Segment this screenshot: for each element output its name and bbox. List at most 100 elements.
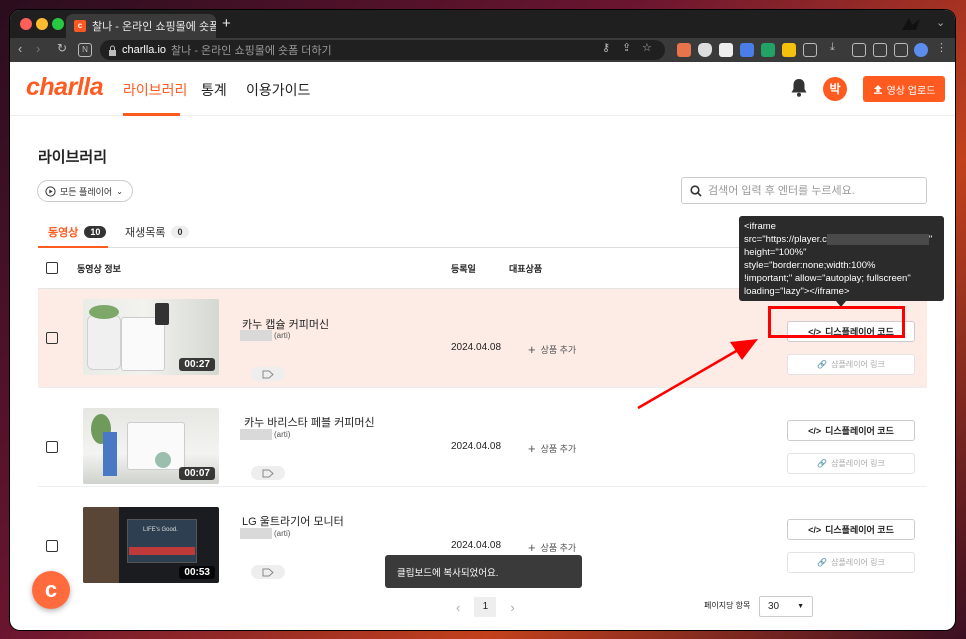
tooltip-line-2b: "	[928, 234, 933, 245]
forward-icon[interactable]: ›	[36, 41, 40, 56]
tab-active-underline	[38, 246, 108, 248]
table-row[interactable]: 00:07 카누 바리스타 페블 커피머신 (arti) 2024.04.08 …	[38, 388, 927, 487]
video-duration: 00:53	[179, 566, 215, 579]
column-video-info: 동영상 정보	[77, 264, 121, 274]
back-icon[interactable]: ‹	[18, 41, 22, 56]
video-date: 2024.04.08	[451, 441, 502, 452]
thumbnail-cup	[87, 315, 121, 370]
bookmark-star-icon[interactable]: ☆	[642, 41, 656, 55]
row-checkbox[interactable]	[46, 332, 58, 344]
row-checkbox[interactable]	[46, 540, 58, 552]
shield-extension-icon[interactable]	[698, 43, 712, 57]
video-title[interactable]: LG 울트라기어 모니터	[242, 513, 344, 529]
shop-player-link-button[interactable]: 🔗 샵플레이어 링크	[787, 354, 915, 375]
video-duration: 00:27	[179, 358, 215, 371]
sheets-extension-icon[interactable]	[761, 43, 775, 57]
thumbnail-phone	[155, 303, 169, 325]
add-product-label: 상품 추가	[540, 345, 577, 355]
user-avatar[interactable]: 박	[823, 77, 847, 101]
code-icon: </>	[808, 524, 822, 535]
shop-player-link-button[interactable]: 🔗 샵플레이어 링크	[787, 552, 915, 573]
per-page-label: 페이지당 항목	[704, 601, 751, 610]
tooltip-line-6: loading="lazy"></iframe>	[744, 286, 850, 297]
add-product-button[interactable]: + 상품 추가	[528, 342, 576, 357]
page-1-button[interactable]: 1	[474, 597, 497, 617]
nav-active-underline	[123, 113, 180, 116]
search-input[interactable]	[708, 184, 913, 197]
player-filter-value: 모든 플레이어	[60, 186, 113, 197]
tab-videos[interactable]: 동영상 10	[48, 224, 107, 240]
video-thumbnail[interactable]: 00:27	[83, 299, 219, 375]
translate-extension-icon[interactable]	[740, 43, 754, 57]
bell-icon[interactable]	[790, 78, 808, 97]
address-field[interactable]: charlla.io 찰나 - 온라인 쇼핑몰에 숏폼 더하기	[100, 40, 665, 60]
charlla-chat-button[interactable]: c	[32, 571, 70, 609]
tooltip-line-2a: src="https://player.c	[744, 234, 827, 245]
sidebar-toggle-icon[interactable]	[894, 43, 908, 57]
minimize-window-icon[interactable]	[36, 18, 48, 30]
tag-icon	[262, 568, 274, 576]
page-title: 라이브러리	[38, 149, 108, 166]
column-product: 대표상품	[509, 264, 543, 274]
nav-guide[interactable]: 이용가이드	[246, 80, 310, 100]
display-player-code-button[interactable]: </> 디스플레이어 코드	[787, 420, 915, 441]
screenshot-icon[interactable]	[873, 43, 887, 57]
downloads-icon[interactable]: ⤓	[830, 41, 844, 55]
nav-library[interactable]: 라이브러리	[123, 80, 187, 100]
search-box[interactable]	[681, 177, 927, 204]
author-suffix: (arti)	[274, 529, 291, 538]
tag-button[interactable]	[251, 466, 285, 480]
cast-icon[interactable]	[852, 43, 866, 57]
share-icon[interactable]: ⇪	[622, 41, 636, 55]
charlla-logo[interactable]: charlla	[26, 73, 104, 102]
reader-icon[interactable]: N	[78, 43, 92, 57]
maximize-window-icon[interactable]	[52, 18, 64, 30]
new-tab-button[interactable]: +	[222, 15, 231, 32]
extension-3-icon[interactable]	[719, 43, 733, 57]
add-product-button[interactable]: + 상품 추가	[528, 540, 576, 555]
copied-toast: 클립보드에 복사되었어요.	[385, 555, 582, 588]
column-date: 등록일	[451, 264, 476, 274]
url-page-title: 찰나 - 온라인 쇼핑몰에 숏폼 더하기	[171, 45, 332, 57]
upload-video-button[interactable]: 영상 업로드	[863, 76, 945, 102]
player-filter-dropdown[interactable]: 모든 플레이어 ⌄	[37, 180, 133, 202]
next-page-button[interactable]: ›	[510, 600, 514, 615]
table-row[interactable]: 00:27 카누 캡슐 커피머신 (arti) 2024.04.08 + 상품 추…	[38, 289, 927, 388]
tag-button[interactable]	[251, 367, 285, 381]
add-product-button[interactable]: + 상품 추가	[528, 441, 576, 456]
video-author: (arti)	[240, 429, 290, 440]
row-checkbox[interactable]	[46, 441, 58, 453]
thumbnail-cup	[155, 452, 171, 468]
close-window-icon[interactable]	[20, 18, 32, 30]
select-all-checkbox[interactable]	[46, 262, 58, 274]
reload-icon[interactable]: ↻	[57, 41, 67, 55]
video-author: (arti)	[240, 330, 290, 341]
nav-stats[interactable]: 통계	[201, 80, 227, 100]
tab-playlists[interactable]: 재생목록 0	[125, 224, 189, 240]
video-thumbnail[interactable]: LIFE's Good. 00:53	[83, 507, 219, 583]
video-thumbnail[interactable]: 00:07	[83, 408, 219, 484]
tooltip-line-3: height="100%"	[744, 247, 807, 258]
video-title[interactable]: 카누 바리스타 페블 커피머신	[244, 414, 375, 430]
tag-button[interactable]	[251, 565, 285, 579]
add-product-label: 상품 추가	[540, 444, 577, 454]
shop-player-link-label: 샵플레이어 링크	[831, 360, 885, 369]
tab-videos-count: 10	[84, 226, 107, 238]
menu-dots-icon[interactable]: ⋮	[936, 41, 950, 55]
shop-player-link-button[interactable]: 🔗 샵플레이어 링크	[787, 453, 915, 474]
thumbnail-red-strip	[129, 547, 195, 555]
lock-icon	[109, 45, 116, 56]
video-date: 2024.04.08	[451, 342, 502, 353]
browser-window: c 찰나 - 온라인 쇼핑몰에 숏폼 더하기 × + ⌄ ‹ › ↻ N cha…	[10, 10, 955, 630]
tab-list-chevron-icon[interactable]: ⌄	[936, 16, 945, 29]
browser-tab[interactable]: c 찰나 - 온라인 쇼핑몰에 숏폼 더하기 ×	[66, 14, 216, 38]
extension-7-icon[interactable]	[803, 43, 817, 57]
extension-1-icon[interactable]	[677, 43, 691, 57]
url-domain: charlla.io	[122, 44, 167, 56]
per-page-select[interactable]: 30 ▼	[759, 596, 813, 617]
prev-page-button[interactable]: ‹	[456, 600, 460, 615]
download-extension-icon[interactable]	[782, 43, 796, 57]
display-player-code-button[interactable]: </> 디스플레이어 코드	[787, 519, 915, 540]
profile-icon[interactable]	[914, 43, 928, 57]
key-icon[interactable]: ⚷	[602, 41, 616, 55]
